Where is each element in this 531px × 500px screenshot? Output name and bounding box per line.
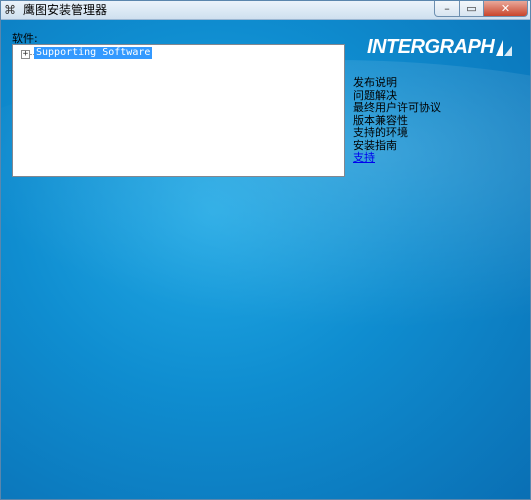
link-release-notes[interactable]: 发布说明 xyxy=(353,76,441,90)
installer-window: ⌘ 鹰图安装管理器 – ▭ ✕ 软件: + Supporting Softwar… xyxy=(0,0,531,500)
maximize-button[interactable]: ▭ xyxy=(459,1,484,17)
expand-icon[interactable]: + xyxy=(21,50,30,59)
link-supported-environments[interactable]: 支持的环境 xyxy=(353,126,441,140)
links-list: 发布说明 问题解决 最终用户许可协议 版本兼容性 支持的环境 安装指南 支持 xyxy=(353,76,441,165)
close-button[interactable]: ✕ xyxy=(483,1,528,17)
logo-text: INTERGRAPH xyxy=(367,36,495,58)
software-tree[interactable]: + Supporting Software xyxy=(12,44,345,177)
window-title: 鹰图安装管理器 xyxy=(23,3,108,17)
intergraph-logo-icon xyxy=(496,40,512,56)
app-icon: ⌘ xyxy=(4,3,16,17)
tree-item-supporting-software[interactable]: Supporting Software xyxy=(34,47,153,59)
intergraph-logo: INTERGRAPH xyxy=(367,36,517,60)
link-eula[interactable]: 最终用户许可协议 xyxy=(353,101,441,115)
title-bar[interactable]: ⌘ 鹰图安装管理器 – ▭ ✕ xyxy=(1,1,530,20)
link-support[interactable]: 支持 xyxy=(353,151,441,165)
minimize-button[interactable]: – xyxy=(434,1,460,17)
